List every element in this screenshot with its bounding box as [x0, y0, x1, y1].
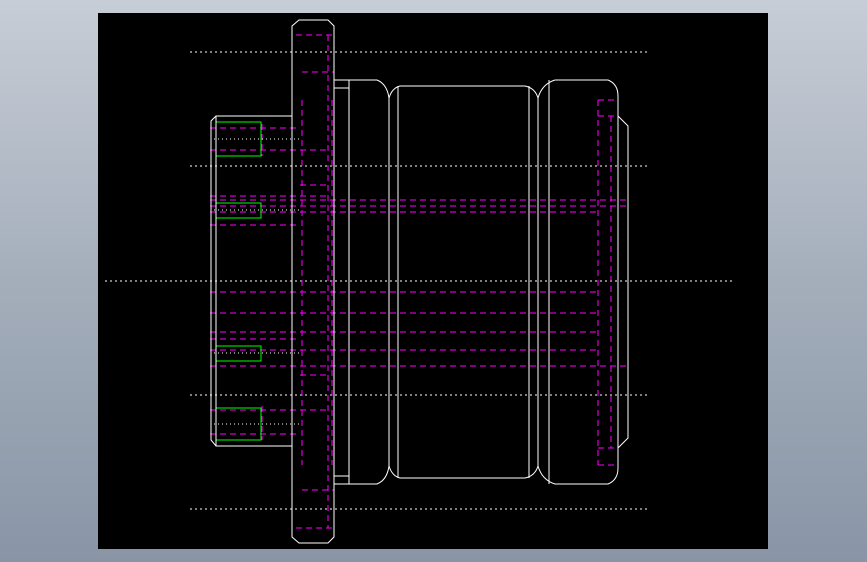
centerlines [105, 51, 735, 510]
hub-neck [334, 79, 390, 485]
cad-viewport[interactable] [98, 13, 768, 549]
thread-lines [215, 121, 262, 441]
part-drawing [105, 19, 735, 544]
main-body [388, 85, 539, 479]
right-collar [537, 79, 619, 485]
